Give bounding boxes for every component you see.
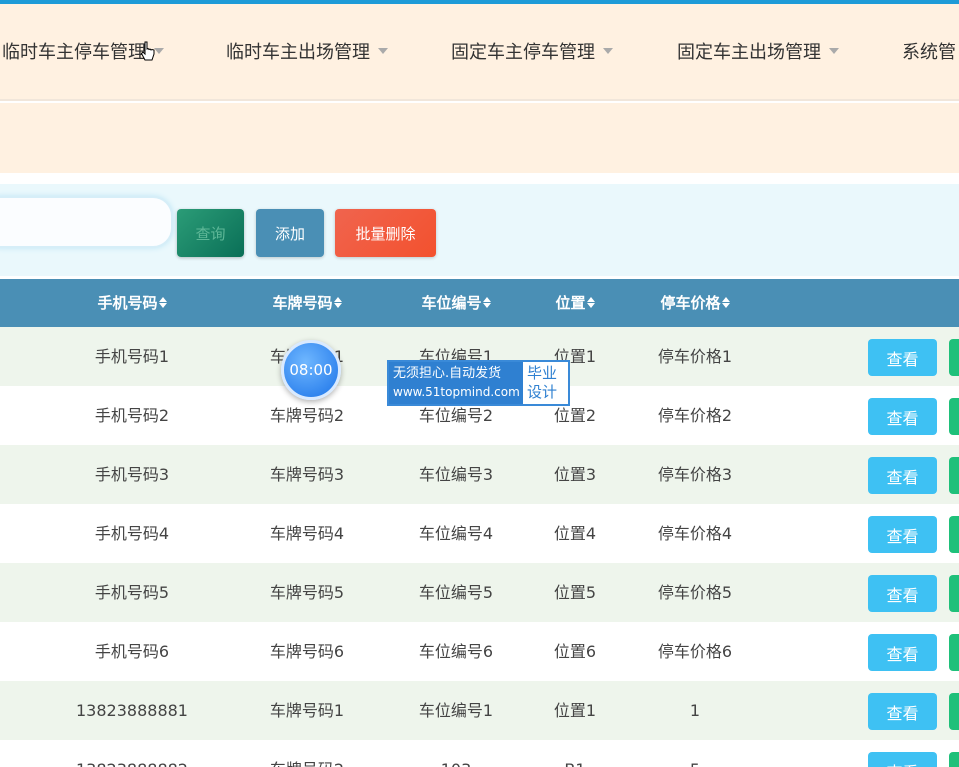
sort-icon [158,297,167,308]
sort-icon [586,297,595,308]
table-row: 13823888881 车牌号码1 车位编号1 位置1 1 查看 [0,681,959,740]
cell-plate: 车牌号码4 [269,524,345,543]
cell-location: B1 [535,740,615,767]
search-input[interactable] [0,196,173,248]
chevron-down-icon [829,48,839,54]
nav-item-label: 固定车主出场管理 [677,42,821,63]
add-button[interactable]: 添加 [256,209,324,257]
chevron-down-icon [378,48,388,54]
cell-location: 位置6 [553,642,597,661]
edit-button[interactable] [949,752,959,767]
nav-item-label: 系统管 [902,42,956,63]
timer-badge: 08:00 [281,340,341,400]
query-button[interactable]: 查询 [177,209,244,257]
nav-item-label: 临时车主停车管理 [2,42,146,63]
view-button[interactable]: 查看 [868,516,937,553]
watermark-tag: 毕业 [527,364,558,382]
cell-price: 停车价格1 [657,347,733,366]
table-row: 手机号码6 车牌号码6 车位编号6 位置6 停车价格6 查看 [0,622,959,681]
watermark-tag: 设计 [527,383,558,401]
column-header-space[interactable]: 车位编号 [396,279,516,327]
mouse-cursor-icon [140,41,155,61]
cell-phone: 13823888881 [76,701,188,720]
cell-space: 车位编号6 [418,642,494,661]
toolbar: 查询 添加 批量删除 [0,184,959,276]
nav-item-label: 固定车主停车管理 [451,42,595,63]
edit-button[interactable] [949,339,959,376]
cell-phone: 13823888882 [72,740,192,767]
nav-item-fixed-exit[interactable]: 固定车主出场管理 [677,40,839,66]
edit-button[interactable] [949,457,959,494]
cell-space: 车位编号1 [418,701,494,720]
edit-button[interactable] [949,693,959,730]
cell-location: 位置5 [553,583,597,602]
cell-space: 车位编号4 [418,524,494,543]
table-row: 13823888882 车牌号码2 103 B1 5 查看 [0,740,959,767]
cell-price: 停车价格2 [657,406,733,425]
view-button[interactable]: 查看 [868,457,937,494]
cell-plate: 车牌号码6 [269,642,345,661]
cell-plate: 车牌号码2 [247,740,367,767]
cell-location: 位置4 [553,524,597,543]
cell-location: 位置1 [553,701,597,720]
cell-phone: 手机号码5 [94,583,170,602]
watermark-slogan: 无须担心.自动发货 [393,366,502,381]
edit-button[interactable] [949,575,959,612]
cell-space: 103 [396,740,516,767]
column-header-location[interactable]: 位置 [535,279,615,327]
cell-space: 车位编号3 [418,465,494,484]
column-header-price[interactable]: 停车价格 [640,279,750,327]
column-header-phone[interactable]: 手机号码 [72,279,192,327]
edit-button[interactable] [949,398,959,435]
view-button[interactable]: 查看 [868,693,937,730]
sort-icon [482,297,491,308]
nav-item-temp-exit[interactable]: 临时车主出场管理 [226,40,388,66]
table-row: 手机号码5 车牌号码5 车位编号5 位置5 停车价格5 查看 [0,563,959,622]
view-button[interactable]: 查看 [868,575,937,612]
cell-price: 5 [640,740,750,767]
watermark-url: www.51topmind.com [393,385,520,399]
banner-band [0,103,959,173]
batch-delete-button[interactable]: 批量删除 [335,209,436,257]
nav-item-fixed-parking[interactable]: 固定车主停车管理 [451,40,613,66]
view-button[interactable]: 查看 [868,634,937,671]
cell-phone: 手机号码2 [94,406,170,425]
cell-price: 停车价格6 [657,642,733,661]
cell-plate: 车牌号码3 [269,465,345,484]
table-row: 手机号码3 车牌号码3 车位编号3 位置3 停车价格3 查看 [0,445,959,504]
nav-item-label: 临时车主出场管理 [226,42,370,63]
table-row: 手机号码4 车牌号码4 车位编号4 位置4 停车价格4 查看 [0,504,959,563]
view-button[interactable]: 查看 [868,752,937,767]
cell-price: 停车价格4 [657,524,733,543]
cell-location: 位置3 [553,465,597,484]
nav-item-system[interactable]: 系统管 [902,40,956,66]
cell-phone: 手机号码6 [94,642,170,661]
column-header-plate[interactable]: 车牌号码 [247,279,367,327]
edit-button[interactable] [949,516,959,553]
sort-icon [333,297,342,308]
view-button[interactable]: 查看 [868,398,937,435]
sort-icon [721,297,730,308]
watermark-logo: 无须担心.自动发货 www.51topmind.com 毕业 设计 [387,360,570,406]
table-header: 手机号码 车牌号码 车位编号 位置 停车价格 [0,279,959,327]
cell-phone: 手机号码4 [94,524,170,543]
chevron-down-icon [603,48,613,54]
cell-plate: 车牌号码1 [269,701,345,720]
cell-phone: 手机号码1 [94,347,170,366]
view-button[interactable]: 查看 [868,339,937,376]
cell-plate: 车牌号码5 [269,583,345,602]
cell-space: 车位编号5 [418,583,494,602]
cell-price: 停车价格3 [657,465,733,484]
cell-phone: 手机号码3 [94,465,170,484]
cell-price: 停车价格5 [657,583,733,602]
cell-price: 1 [689,701,701,720]
edit-button[interactable] [949,634,959,671]
